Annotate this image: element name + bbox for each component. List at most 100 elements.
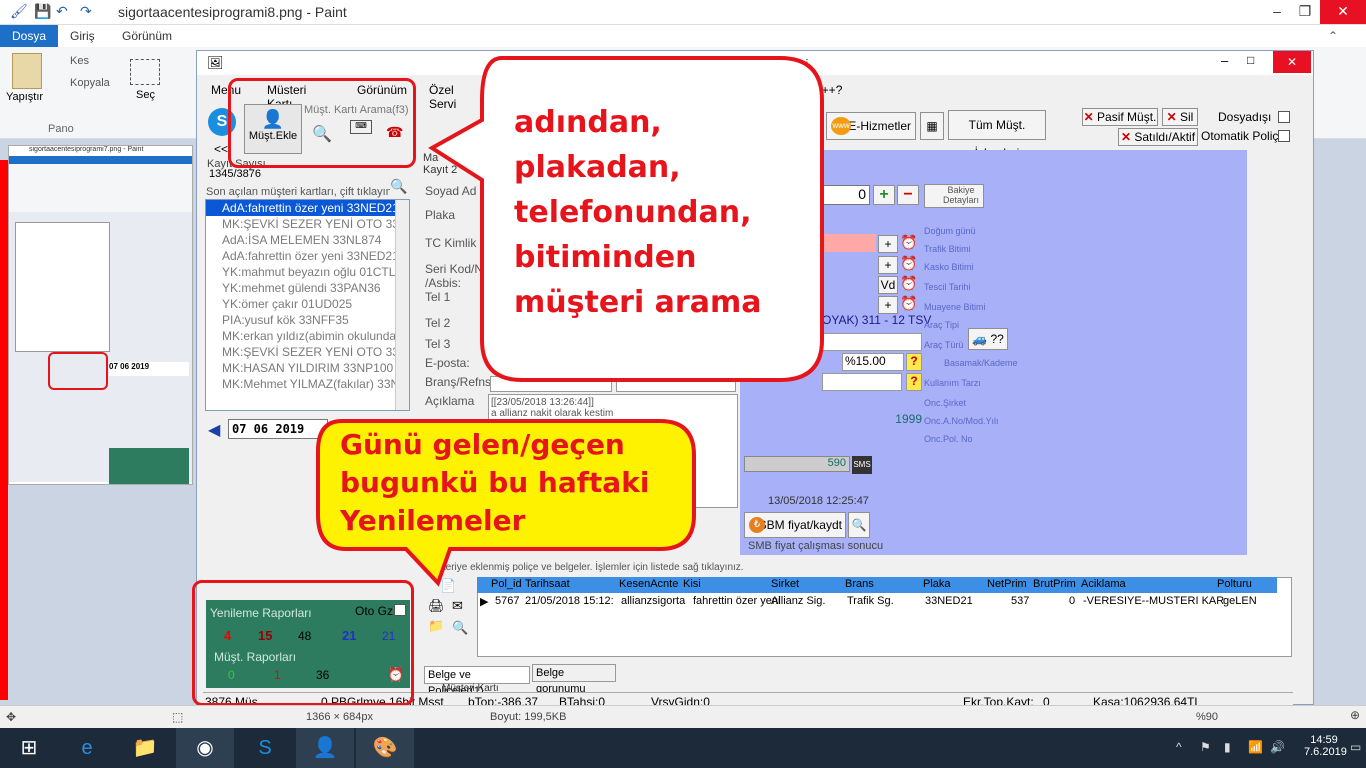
renewal-callout-line: Yenilemeler xyxy=(340,504,526,537)
vd-button[interactable]: Vd xyxy=(878,276,898,294)
remove-balance-button[interactable]: − xyxy=(897,185,919,205)
list-item[interactable]: MK:erkan yıldız(abimin okulundan) 3 xyxy=(206,328,409,344)
tab-gorunum[interactable]: Görünüm xyxy=(110,25,184,47)
folder-icon[interactable]: 📁 xyxy=(428,618,444,634)
col-netprim[interactable]: NetPrim xyxy=(987,578,1027,590)
search-callout-line: adından, xyxy=(514,105,662,140)
dosyadisi-checkbox[interactable] xyxy=(1278,111,1290,123)
bottom-tab-customer-card[interactable]: Müsteri Kartı xyxy=(442,683,499,694)
add-trafik-button[interactable]: + xyxy=(878,235,898,253)
balance-details-button[interactable]: Bakiye Detayları xyxy=(924,184,984,208)
table-row[interactable]: ▶ 5767 21/05/2018 15:12: allianzsigorta … xyxy=(477,594,1277,610)
vehicle-help-button[interactable]: 🚙 ?? xyxy=(968,328,1008,350)
flag-icon[interactable]: ⚑ xyxy=(1200,740,1211,754)
move-icon: ✥ xyxy=(6,710,17,724)
calculator-icon[interactable]: ▦ xyxy=(920,112,944,140)
network-icon[interactable]: 📶 xyxy=(1248,740,1263,754)
help-icon[interactable]: ? xyxy=(906,373,922,391)
save-icon[interactable]: 💾 xyxy=(34,3,51,20)
cell: allianzsigorta xyxy=(621,595,686,607)
col-polturu[interactable]: Polturu xyxy=(1217,578,1252,590)
skype-taskbar-icon[interactable]: S xyxy=(236,728,294,768)
alarm-clock-icon[interactable]: ⏰ xyxy=(900,275,917,292)
col-brutprim[interactable]: BrutPrim xyxy=(1033,578,1076,590)
list-item[interactable]: MK:Mehmet YILMAZ(fakılar) 33NRV xyxy=(206,376,409,392)
minimize-button[interactable]: – xyxy=(1262,0,1292,24)
tab-document-view[interactable]: Belge gorunumu xyxy=(532,664,616,695)
app-minimize-button[interactable]: – xyxy=(1221,53,1228,68)
list-item[interactable]: YK:mahmut beyazın oğlu 01CTL06 xyxy=(206,264,409,280)
explorer-icon[interactable]: 📁 xyxy=(116,728,174,768)
list-scrollbar[interactable] xyxy=(395,200,409,410)
embedded-thumbnail: sigortaacentesiprogrami7.png - Paint 07 … xyxy=(8,145,193,485)
delete-button[interactable]: ✕ Sil xyxy=(1162,108,1198,126)
list-item[interactable]: YK:mehmet gülendi 33PAN36 xyxy=(206,280,409,296)
onc-ano-label: Onc.A.No/Mod.Yılı xyxy=(924,416,999,426)
zoom-in-icon[interactable]: ⊕ xyxy=(1350,708,1360,722)
select-icon[interactable] xyxy=(130,59,160,85)
tab-documents-policies[interactable]: Belge ve Poliçeler(1) xyxy=(424,666,530,697)
chrome-icon[interactable]: ◉ xyxy=(176,728,234,768)
list-item[interactable]: AdA:İSA MELEMEN 33NL874 xyxy=(206,232,409,248)
alarm-clock-icon[interactable]: ⏰ xyxy=(900,234,917,251)
alarm-clock-icon[interactable]: ⏰ xyxy=(900,295,917,312)
alarm-clock-icon[interactable]: ⏰ xyxy=(900,255,917,272)
list-item[interactable]: MK:ŞEVKİ SEZER YENİ OTO 33N xyxy=(206,216,409,232)
date-prev-icon[interactable]: ◀ xyxy=(208,420,220,440)
tray-chevron-icon[interactable]: ^ xyxy=(1176,740,1182,754)
paste-icon[interactable] xyxy=(12,53,42,89)
list-item[interactable]: MK:HASAN YILDIRIM 33NP100 xyxy=(206,360,409,376)
select-label[interactable]: Seç xyxy=(136,89,155,101)
redo-icon[interactable]: ↷ xyxy=(80,3,92,20)
col-sirket[interactable]: Sirket xyxy=(771,578,799,590)
undo-icon[interactable]: ↶ xyxy=(56,3,68,20)
mail-icon[interactable]: ✉ xyxy=(452,598,463,614)
sold-active-button[interactable]: ✕ Satıldı/Aktif xyxy=(1118,128,1198,146)
tab-dosya[interactable]: Dosya xyxy=(0,25,59,47)
recent-customers-list[interactable]: AdA:fahrettin özer yeni 33NED21 MK:ŞEVKİ… xyxy=(205,199,410,411)
add-balance-button[interactable]: + xyxy=(873,185,895,205)
tab-giris[interactable]: Giriş xyxy=(58,25,107,47)
customer-app-icon[interactable]: 👤 xyxy=(296,728,354,768)
selection-icon: ⬚ xyxy=(172,710,184,724)
copy-button[interactable]: Kopyala xyxy=(70,77,110,89)
notifications-icon[interactable]: ▭ xyxy=(1350,740,1361,754)
arac-turu-label: Araç Türü xyxy=(924,340,964,350)
add-muayene-button[interactable]: + xyxy=(878,296,898,314)
col-aciklama[interactable]: Aciklama xyxy=(1081,578,1126,590)
app-close-button[interactable]: ✕ xyxy=(1273,51,1311,73)
paint-taskbar-icon[interactable]: 🎨 xyxy=(356,728,414,768)
percent-field[interactable]: %15.00 xyxy=(842,353,904,371)
list-item[interactable]: PIA:yusuf kök 33NFF35 xyxy=(206,312,409,328)
list-item[interactable]: YK:ömer çakır 01UD025 xyxy=(206,296,409,312)
list-item[interactable]: MK:ŞEVKİ SEZER YENİ OTO 33N xyxy=(206,344,409,360)
zoom-icon[interactable]: 🔍 xyxy=(452,620,468,636)
battery-icon[interactable]: ▮ xyxy=(1224,740,1231,754)
ribbon-collapse-icon[interactable]: ⌃ xyxy=(1328,29,1338,43)
app-maximize-button[interactable]: □ xyxy=(1247,53,1254,67)
ie-icon[interactable]: e xyxy=(58,728,116,768)
otomatik-checkbox[interactable] xyxy=(1278,130,1290,142)
maximize-button[interactable]: ❐ xyxy=(1290,0,1320,24)
renewal-callout-line: bugunkü bu haftaki xyxy=(340,466,650,499)
zoom-icon[interactable]: 🔍 xyxy=(848,512,870,538)
print-icon[interactable]: 🖨 xyxy=(428,598,445,614)
list-item[interactable]: AdA:fahrettin özer yeni 33NED21 xyxy=(206,200,409,216)
sms-icon[interactable]: SMS xyxy=(852,456,872,474)
close-button[interactable]: ✕ xyxy=(1320,0,1366,24)
clock[interactable]: 14:59 7.6.2019 xyxy=(1304,734,1347,758)
help-icon[interactable]: ? xyxy=(906,353,922,371)
col-plaka[interactable]: Plaka xyxy=(923,578,951,590)
sbm-price-button[interactable]: ₺ SBM fiyat/kaydt xyxy=(744,512,846,538)
list-item[interactable]: AdA:fahrettin özer yeni 33NED21 xyxy=(206,248,409,264)
paste-label[interactable]: Yapıştır xyxy=(6,91,43,103)
all-customer-actions-button[interactable]: Tüm Müşt. İşlemleri xyxy=(948,110,1046,160)
volume-icon[interactable]: 🔊 xyxy=(1270,740,1285,754)
col-brans[interactable]: Brans xyxy=(845,578,874,590)
toolbar-back-button[interactable]: << xyxy=(214,142,228,156)
cut-button[interactable]: Kes xyxy=(70,55,89,67)
start-icon[interactable]: ⊞ xyxy=(0,728,58,768)
arac-tipi-label: Araç Tipi xyxy=(924,320,960,330)
zoom-search-icon[interactable]: 🔍 xyxy=(390,178,407,195)
add-kasko-button[interactable]: + xyxy=(878,256,898,274)
